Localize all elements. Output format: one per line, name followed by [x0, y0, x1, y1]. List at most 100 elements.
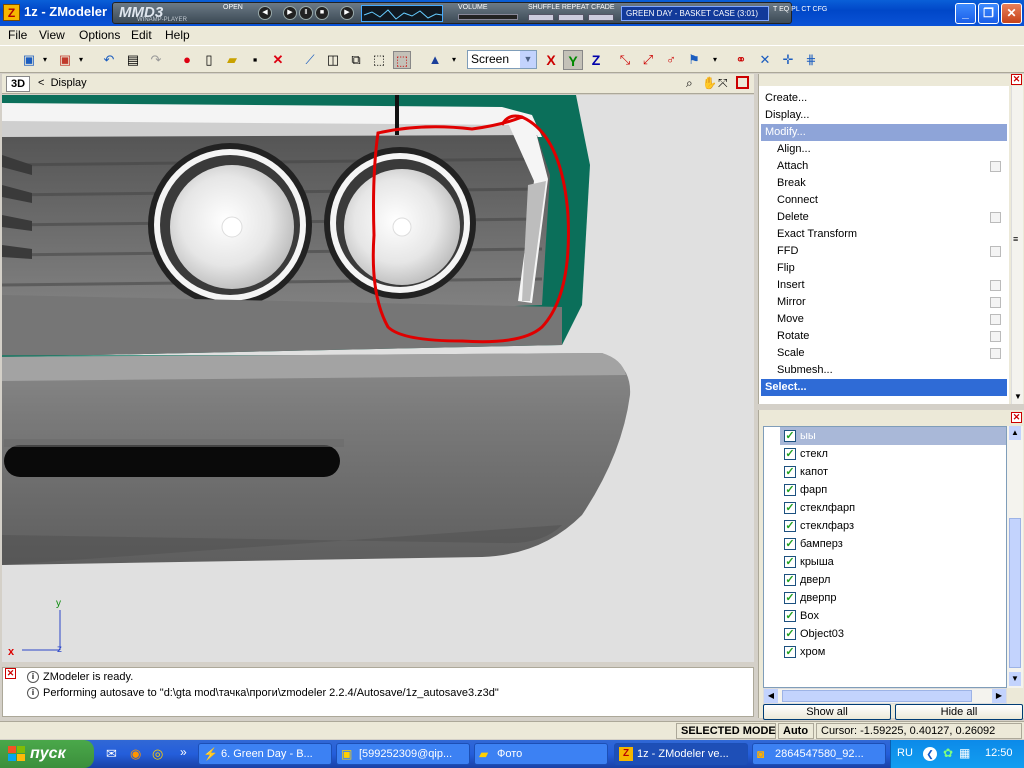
- firefox-icon[interactable]: ◉: [130, 746, 141, 762]
- close-panel-icon[interactable]: ✕: [1011, 74, 1022, 85]
- close-icon[interactable]: ✕: [1001, 3, 1022, 24]
- zoom-icon[interactable]: ⌕: [686, 76, 693, 91]
- command-item[interactable]: Break: [761, 175, 1007, 192]
- command-item[interactable]: Connect: [761, 192, 1007, 209]
- qip-flower-icon[interactable]: ✿: [943, 746, 953, 760]
- command-item[interactable]: Attach: [761, 158, 1007, 175]
- axes-tool-icon[interactable]: ✛: [779, 51, 797, 69]
- command-item[interactable]: Insert: [761, 277, 1007, 294]
- command-option-checkbox[interactable]: [990, 297, 1001, 308]
- transform-tool-icon[interactable]: ✕: [756, 51, 774, 69]
- command-item[interactable]: Flip: [761, 260, 1007, 277]
- stop-icon[interactable]: ■: [315, 6, 329, 20]
- command-item[interactable]: Align...: [761, 141, 1007, 158]
- player-buttons[interactable]: T EQ PL CT CFG: [773, 6, 827, 13]
- vertex-mode-icon[interactable]: ⟋: [301, 51, 319, 69]
- viewport-mode-button[interactable]: 3D: [6, 76, 30, 92]
- command-option-checkbox[interactable]: [990, 331, 1001, 342]
- menu-file[interactable]: File: [8, 28, 27, 42]
- export-dropdown-icon[interactable]: ▾: [72, 51, 90, 69]
- object-visible-checkbox[interactable]: ✓: [784, 646, 796, 658]
- command-item[interactable]: FFD: [761, 243, 1007, 260]
- object-item[interactable]: ✓ дверпр: [780, 589, 1006, 607]
- scroll-down-icon[interactable]: ▼: [1014, 392, 1022, 401]
- object-visible-checkbox[interactable]: ✓: [784, 592, 796, 604]
- prev-icon[interactable]: ◀: [258, 6, 272, 20]
- player-open-label[interactable]: OPEN: [223, 4, 243, 11]
- more-icon[interactable]: »: [180, 745, 187, 759]
- object-item[interactable]: ✓ фарп: [780, 481, 1006, 499]
- scroll-down-icon[interactable]: ▼: [1009, 672, 1021, 686]
- object-visible-checkbox[interactable]: ✓: [784, 628, 796, 640]
- object-item[interactable]: ✓ крыша: [780, 553, 1006, 571]
- object-item[interactable]: ✓ стеклфарп: [780, 499, 1006, 517]
- tray-arrow-icon[interactable]: ❮: [923, 747, 937, 761]
- command-item[interactable]: Modify...: [761, 124, 1007, 141]
- shuffle-button[interactable]: [528, 14, 554, 21]
- command-option-checkbox[interactable]: [990, 348, 1001, 359]
- command-item[interactable]: Select...: [761, 379, 1007, 396]
- link-tool-icon[interactable]: ⚭: [732, 51, 750, 69]
- show-all-button[interactable]: Show all: [763, 704, 891, 720]
- object-visible-checkbox[interactable]: ✓: [784, 502, 796, 514]
- snap-tool-icon[interactable]: ⚑: [685, 51, 703, 69]
- coordinate-system-select[interactable]: Screen ▼: [467, 50, 537, 69]
- command-item[interactable]: Rotate: [761, 328, 1007, 345]
- shading-icon[interactable]: ▲: [426, 51, 444, 69]
- pan-icon[interactable]: ✋: [702, 76, 717, 90]
- command-item[interactable]: Delete: [761, 209, 1007, 226]
- object-visible-checkbox[interactable]: ✓: [784, 556, 796, 568]
- task-button[interactable]: ▣ [599252309@qip...: [336, 743, 470, 765]
- command-item[interactable]: Mirror: [761, 294, 1007, 311]
- bounding-box-icon[interactable]: ⬚: [370, 51, 388, 69]
- undo-icon[interactable]: ↶: [100, 51, 118, 69]
- close-log-icon[interactable]: ✕: [5, 668, 16, 679]
- media-icon[interactable]: ◎: [152, 746, 163, 762]
- command-option-checkbox[interactable]: [990, 280, 1001, 291]
- task-button[interactable]: ▰ Фото: [474, 743, 608, 765]
- object-item[interactable]: ✓ дверл: [780, 571, 1006, 589]
- viewport-3d[interactable]: y x z: [2, 95, 754, 662]
- selection-box-icon[interactable]: ⬚: [393, 51, 411, 69]
- object-visible-checkbox[interactable]: ✓: [784, 610, 796, 622]
- object-visible-checkbox[interactable]: ✓: [784, 538, 796, 550]
- command-item[interactable]: Move: [761, 311, 1007, 328]
- scroll-right-icon[interactable]: ▶: [992, 689, 1006, 703]
- command-option-checkbox[interactable]: [990, 246, 1001, 257]
- menu-edit[interactable]: Edit: [131, 28, 152, 42]
- task-button[interactable]: ◙ 2864547580_92...: [752, 743, 886, 765]
- object-item[interactable]: ✓ стеклфарз: [780, 517, 1006, 535]
- command-item[interactable]: Display...: [761, 107, 1007, 124]
- command-item[interactable]: Create...: [761, 90, 1007, 107]
- select-tool-icon[interactable]: ⤡: [616, 51, 634, 69]
- language-indicator[interactable]: RU: [897, 747, 913, 759]
- chevron-down-icon[interactable]: ▼: [520, 51, 536, 68]
- face-mode-icon[interactable]: ◫: [324, 51, 342, 69]
- command-option-checkbox[interactable]: [990, 212, 1001, 223]
- repeat-button[interactable]: [558, 14, 584, 21]
- command-scrollbar[interactable]: ≡ ▼: [1011, 86, 1023, 404]
- axis-x-button[interactable]: X: [541, 50, 561, 70]
- menu-view[interactable]: View: [39, 28, 65, 42]
- viewport-display-crumb[interactable]: < Display: [38, 77, 87, 89]
- command-option-checkbox[interactable]: [990, 161, 1001, 172]
- task-button[interactable]: Z 1z - ZModeler ve...: [614, 743, 748, 765]
- volume-slider[interactable]: [458, 14, 518, 20]
- next-icon[interactable]: ▶: [340, 6, 354, 20]
- object-item[interactable]: ✓ ыы: [780, 427, 1006, 445]
- object-list-hscrollbar[interactable]: ◀ ▶: [763, 688, 1007, 704]
- shading-dropdown-icon[interactable]: ▾: [445, 51, 463, 69]
- zoom-extents-icon[interactable]: ⤧: [718, 76, 728, 91]
- zmodeler-logo-icon[interactable]: Z: [3, 4, 20, 21]
- command-item[interactable]: Submesh...: [761, 362, 1007, 379]
- object-item[interactable]: ✓ хром: [780, 643, 1006, 661]
- object-item[interactable]: ✓ бамперз: [780, 535, 1006, 553]
- quicklaunch-icon[interactable]: ✉: [106, 746, 117, 762]
- import-dropdown-icon[interactable]: ▾: [36, 51, 54, 69]
- snap-dropdown-icon[interactable]: ▾: [706, 51, 724, 69]
- save-icon[interactable]: ▪: [246, 51, 264, 69]
- axis-z-button[interactable]: Z: [586, 50, 606, 70]
- menu-options[interactable]: Options: [79, 28, 120, 42]
- hide-all-button[interactable]: Hide all: [895, 704, 1023, 720]
- scroll-thumb[interactable]: [1009, 518, 1021, 668]
